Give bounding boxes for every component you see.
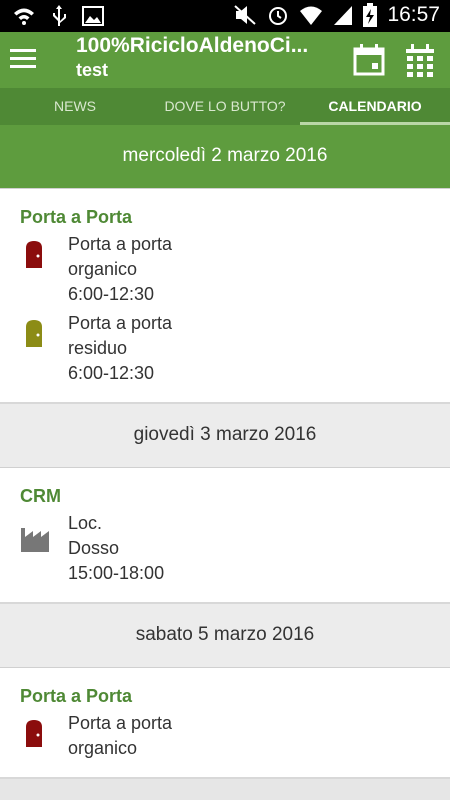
date-header: sabato 5 marzo 2016 [0,604,450,668]
list-item[interactable]: Porta a porta residuo 6:00-12:30 [20,311,430,386]
calendar-list[interactable]: mercoledì 2 marzo 2016 Porta a Porta Por… [0,125,450,800]
card-title: Porta a Porta [20,686,133,706]
alarm-icon [269,7,288,25]
usb-icon [53,5,66,26]
collection-card[interactable]: Porta a Porta Porta a porta organico [0,668,450,779]
card-title: Porta a Porta [20,207,133,227]
hamburger-menu-icon[interactable] [10,44,40,74]
tab-dove-lo-butto[interactable]: DOVE LO BUTTO? [150,88,300,125]
battery-charging-icon [363,3,378,27]
entry-text: Porta a porta organico [68,713,173,758]
door-icon [26,241,42,268]
clock: 16:57 [387,3,440,26]
entry-text: Porta a porta organico 6:00-12:30 [68,234,173,304]
date-header: mercoledì 2 marzo 2016 [0,125,450,189]
collection-card[interactable]: Porta a Porta Porta a porta organico 6:0… [0,189,450,404]
entry-text: Loc. Dosso 15:00-18:00 [68,513,165,583]
list-item[interactable]: Porta a porta organico 6:00-12:30 [20,232,430,307]
collection-card[interactable]: CRM Loc. Dosso 15:00-18:00 [0,468,450,604]
calendar-month-icon[interactable] [404,43,436,77]
list-item[interactable]: Porta a porta organico [20,711,430,761]
factory-icon [21,528,49,552]
mute-icon [234,5,257,25]
tab-calendario[interactable]: CALENDARIO [300,88,450,125]
app-title: 100%RicicloAldenoCi... [76,34,309,57]
tab-bar: NEWS DOVE LO BUTTO? CALENDARIO [0,88,450,125]
tab-news[interactable]: NEWS [0,88,150,125]
wifi-icon [300,6,323,25]
list-item[interactable]: Loc. Dosso 15:00-18:00 [20,511,430,586]
entry-text: Porta a porta residuo 6:00-12:30 [68,313,173,383]
card-title: CRM [20,486,61,506]
image-icon [82,6,104,26]
signal-icon [334,6,353,25]
status-bar: 16:57 [0,0,450,32]
calendar-today-icon[interactable] [352,43,386,77]
app-bar: 100%RicicloAldenoCi... test [0,32,450,88]
date-header: giovedì 3 marzo 2016 [0,404,450,468]
app-subtitle: test [76,60,109,80]
door-icon [26,720,42,747]
wifi-question-icon [14,8,34,25]
door-icon [26,320,42,347]
